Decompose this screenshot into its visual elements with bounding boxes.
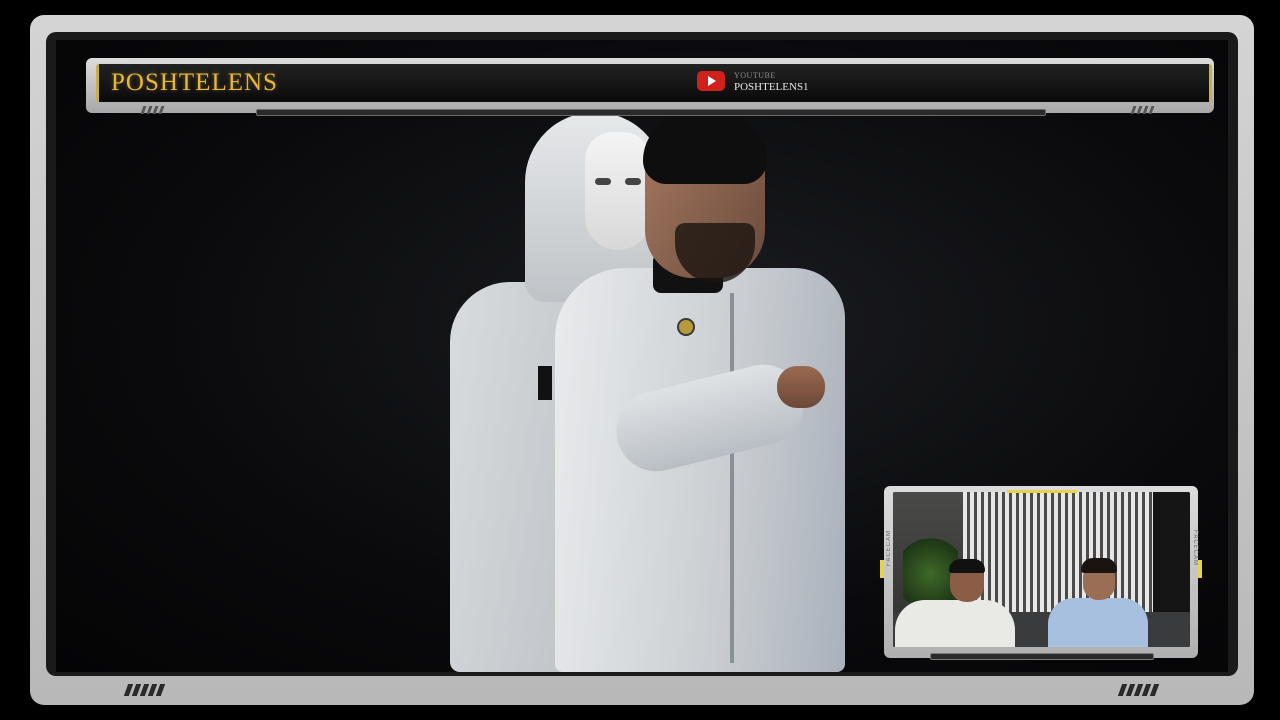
facecam-side-label-right: FACECAM [1192,530,1198,567]
fist [777,366,825,408]
man-in-white-jacket [555,114,845,672]
jacket-badge [677,318,695,336]
top-banner-strip [256,109,1046,116]
facecam-side-accent-right [1198,560,1202,578]
facecam-side-accent-left [880,560,884,578]
brand-title: POSHTELENS [111,69,278,96]
hair [643,114,767,184]
grip-bottom-right-icon [1117,684,1160,696]
social-platform-label: YOUTUBE [734,71,776,80]
facecam-strip [930,653,1154,660]
streamer-right [1043,558,1153,647]
youtube-play-icon [697,71,725,91]
grip-top-right-icon [1130,106,1155,114]
streamer-left [895,559,1015,647]
grip-bottom-left-icon [123,684,166,696]
jacket-placket [730,293,734,663]
social-handle: POSHTELENS1 [734,81,809,93]
white-jacket [555,268,845,672]
hoodie-tag [538,366,552,400]
grip-top-left-icon [140,106,165,114]
facecam-video [893,492,1190,647]
facecam-side-label-left: FACECAM [886,530,892,567]
facecam-accent-bar [1007,490,1077,493]
